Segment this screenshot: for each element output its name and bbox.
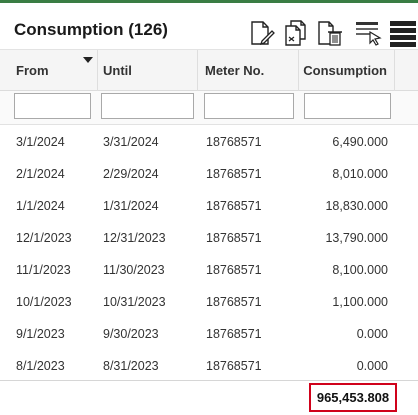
filter-from-input[interactable]	[14, 93, 91, 119]
cell-from: 9/1/2023	[16, 327, 65, 341]
cell-until: 11/30/2023	[103, 263, 165, 277]
filter-until-input[interactable]	[101, 93, 194, 119]
cell-meter-no: 18768571	[206, 167, 262, 181]
cell-until: 1/31/2024	[103, 199, 159, 213]
cell-consumption: 13,790.000	[325, 231, 388, 245]
table-row[interactable]: 2/1/2024 2/29/2024 18768571 8,010.000	[0, 158, 418, 190]
cell-consumption: 1,100.000	[332, 295, 388, 309]
table-row[interactable]: 3/1/2024 3/31/2024 18768571 6,490.000	[0, 126, 418, 158]
filter-meter-no-input[interactable]	[204, 93, 294, 119]
table-footer: 965,453.808	[0, 380, 418, 415]
column-header-row: From Until Meter No. Consumption	[0, 49, 418, 91]
cell-from: 11/1/2023	[16, 263, 71, 277]
cell-consumption: 0.000	[356, 327, 388, 341]
filter-row	[0, 91, 418, 125]
table-row[interactable]: 10/1/2023 10/31/2023 18768571 1,100.000	[0, 286, 418, 318]
cell-consumption: 8,010.000	[332, 167, 388, 181]
cell-until: 10/31/2023	[103, 295, 166, 309]
cell-meter-no: 18768571	[206, 231, 262, 245]
panel-header: Consumption (126)	[0, 3, 418, 49]
cell-until: 3/31/2024	[103, 135, 159, 149]
sort-descending-icon	[83, 57, 93, 63]
cell-consumption: 6,490.000	[332, 135, 388, 149]
cell-from: 12/1/2023	[16, 231, 72, 245]
cell-meter-no: 18768571	[206, 295, 262, 309]
cell-from: 3/1/2024	[16, 135, 65, 149]
edit-document-icon[interactable]	[248, 19, 276, 47]
delete-document-icon[interactable]	[316, 19, 344, 47]
cell-from: 10/1/2023	[16, 295, 72, 309]
cell-consumption: 0.000	[356, 359, 388, 373]
cell-until: 8/31/2023	[103, 359, 159, 373]
cell-meter-no: 18768571	[206, 263, 262, 277]
cell-meter-no: 18768571	[206, 359, 262, 373]
column-header-until[interactable]: Until	[98, 50, 198, 91]
column-header-meter-no[interactable]: Meter No.	[198, 50, 299, 91]
cell-meter-no: 18768571	[206, 327, 262, 341]
menu-icon[interactable]	[388, 19, 416, 47]
column-chooser-icon[interactable]	[354, 19, 382, 47]
cell-meter-no: 18768571	[206, 199, 262, 213]
cell-from: 2/1/2024	[16, 167, 65, 181]
cell-from: 1/1/2024	[16, 199, 65, 213]
cell-meter-no: 18768571	[206, 135, 262, 149]
table-row[interactable]: 8/1/2023 8/31/2023 18768571 0.000	[0, 350, 418, 382]
column-header-consumption[interactable]: Consumption	[299, 50, 395, 91]
copy-document-icon[interactable]	[282, 19, 310, 47]
cell-until: 9/30/2023	[103, 327, 159, 341]
filter-consumption-input[interactable]	[304, 93, 391, 119]
panel-title: Consumption (126)	[14, 20, 168, 39]
cell-until: 2/29/2024	[103, 167, 159, 181]
cell-until: 12/31/2023	[103, 231, 166, 245]
cell-from: 8/1/2023	[16, 359, 65, 373]
consumption-total: 965,453.808	[309, 383, 397, 412]
cell-consumption: 18,830.000	[325, 199, 388, 213]
table-row[interactable]: 12/1/2023 12/31/2023 18768571 13,790.000	[0, 222, 418, 254]
cell-consumption: 8,100.000	[332, 263, 388, 277]
table-row[interactable]: 11/1/2023 11/30/2023 18768571 8,100.000	[0, 254, 418, 286]
table-row[interactable]: 9/1/2023 9/30/2023 18768571 0.000	[0, 318, 418, 350]
table-row[interactable]: 1/1/2024 1/31/2024 18768571 18,830.000	[0, 190, 418, 222]
